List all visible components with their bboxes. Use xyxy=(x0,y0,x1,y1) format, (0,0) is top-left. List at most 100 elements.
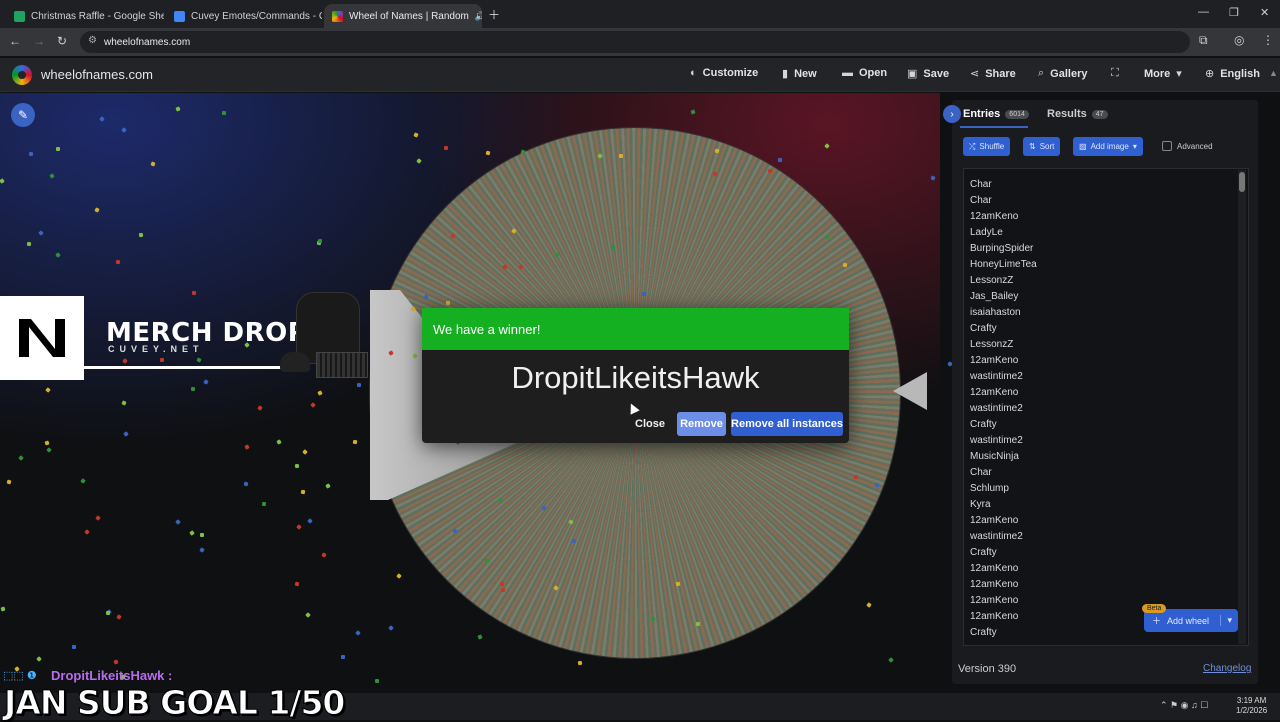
entry-line[interactable]: 12amKeno xyxy=(964,385,1248,401)
extensions-icon[interactable]: ⧉ xyxy=(1199,33,1208,48)
entries-scrollbar[interactable] xyxy=(1238,170,1246,644)
entry-line[interactable]: wastintime2 xyxy=(964,433,1248,449)
entry-line[interactable]: wastintime2 xyxy=(964,401,1248,417)
chevron-down-icon[interactable]: ▾ xyxy=(1220,615,1238,626)
nav-new[interactable]: ▮ New xyxy=(782,67,817,81)
edit-pencil-icon[interactable]: ✎ xyxy=(11,103,35,127)
tab-entries[interactable]: Entries 6014 xyxy=(963,108,1029,120)
sort-icon: ⇅ xyxy=(1029,142,1036,151)
wheel-pointer-icon xyxy=(893,372,927,410)
remove-all-instances-button[interactable]: Remove all instances xyxy=(731,412,843,436)
forward-icon[interactable]: → xyxy=(33,34,45,48)
entry-line[interactable]: Kyra xyxy=(964,497,1248,513)
entry-line[interactable]: Crafty xyxy=(964,545,1248,561)
entry-line[interactable]: LessonzZ xyxy=(964,337,1248,353)
entry-line[interactable]: 12amKeno xyxy=(964,593,1248,609)
entry-line[interactable]: MusicNinja xyxy=(964,449,1248,465)
nav-more[interactable]: More ▾ xyxy=(1144,67,1182,81)
clock-time: 3:19 AM xyxy=(1236,696,1267,705)
minimize-icon[interactable]: — xyxy=(1198,6,1209,18)
entry-line[interactable]: Schlump xyxy=(964,481,1248,497)
advanced-checkbox[interactable] xyxy=(1162,141,1172,151)
scrollbar-thumb[interactable] xyxy=(1239,172,1245,192)
entry-line[interactable]: Char xyxy=(964,193,1248,209)
entry-line[interactable]: Jas_Bailey xyxy=(964,289,1248,305)
nav-label: New xyxy=(794,67,817,80)
nav-fullscreen[interactable]: ⛶ xyxy=(1111,67,1119,80)
scrollbar-up-icon[interactable]: ▲ xyxy=(1269,68,1278,78)
tab-results[interactable]: Results 47 xyxy=(1047,108,1108,120)
close-window-icon[interactable]: ✕ xyxy=(1260,6,1269,19)
confetti-piece xyxy=(294,581,300,587)
entries-count-badge: 6014 xyxy=(1005,109,1029,119)
shuffle-button[interactable]: ⤮ Shuffle xyxy=(963,137,1011,156)
add-image-button[interactable]: ▨ Add image ▾ xyxy=(1073,137,1143,156)
entry-line[interactable]: Char xyxy=(964,177,1248,193)
confetti-piece xyxy=(190,386,195,391)
sort-button[interactable]: ⇅ Sort xyxy=(1023,137,1061,156)
confetti-piece xyxy=(261,501,267,507)
confetti-piece xyxy=(159,357,164,362)
entry-line[interactable]: isaiahaston xyxy=(964,305,1248,321)
nav-share[interactable]: ⋖ Share xyxy=(970,67,1016,81)
nav-gallery[interactable]: ⌕ Gallery xyxy=(1038,67,1087,80)
tab-title: Cuvey Emotes/Commands - Go xyxy=(191,10,322,22)
file-icon: ▮ xyxy=(782,68,789,80)
fullscreen-icon: ⛶ xyxy=(1111,67,1119,79)
restore-icon[interactable]: ❐ xyxy=(1229,6,1239,19)
confetti-piece xyxy=(221,110,226,116)
browser-tab-active[interactable]: Wheel of Names | Random 🔊 ✕ xyxy=(324,4,482,28)
back-icon[interactable]: ← xyxy=(9,34,21,48)
system-tray[interactable]: ⌃ ⚑ ◉ ♫ ☐ xyxy=(1160,700,1208,711)
entry-line[interactable]: HoneyLimeTea xyxy=(964,257,1248,273)
entry-line[interactable]: wastintime2 xyxy=(964,529,1248,545)
image-icon: ▨ xyxy=(1079,142,1087,151)
entry-line[interactable]: LessonzZ xyxy=(964,273,1248,289)
entry-line[interactable]: Crafty xyxy=(964,417,1248,433)
entry-line[interactable]: 12amKeno xyxy=(964,513,1248,529)
entry-line[interactable]: 12amKeno xyxy=(964,561,1248,577)
audio-icon[interactable]: 🔊 xyxy=(475,11,482,22)
entries-textarea[interactable]: Char Char 12amKeno LadyLe BurpingSpider Honey… xyxy=(963,168,1249,646)
entry-line[interactable]: wastintime2 xyxy=(964,369,1248,385)
wheel-logo-icon[interactable] xyxy=(12,65,32,85)
nav-language[interactable]: ⊕ English xyxy=(1205,67,1260,81)
nav-customize[interactable]: ◐ Customize xyxy=(690,67,758,79)
advanced-toggle[interactable]: Advanced xyxy=(1162,141,1213,151)
confetti-piece xyxy=(105,610,110,616)
nav-save[interactable]: ▣ Save xyxy=(907,67,949,81)
beta-badge: Beta xyxy=(1142,604,1167,613)
confetti-piece xyxy=(778,157,783,162)
entry-line[interactable]: LadyLe xyxy=(964,225,1248,241)
menu-dots-icon[interactable]: ⋮ xyxy=(1262,33,1274,47)
entry-line[interactable]: 12amKeno xyxy=(964,577,1248,593)
nav-label: Gallery xyxy=(1050,67,1088,80)
chat-badges-icon: ⬚⬚ ❶ xyxy=(3,670,37,682)
chevron-down-icon: ▾ xyxy=(1132,142,1137,151)
nav-label: Customize xyxy=(702,67,759,79)
taskbar-clock[interactable]: 3:19 AM 1/2/2026 xyxy=(1236,696,1267,716)
entry-line[interactable]: 12amKeno xyxy=(964,353,1248,369)
globe-icon: ⊕ xyxy=(1205,68,1215,80)
brand-name[interactable]: wheelofnames.com xyxy=(41,67,153,82)
reload-icon[interactable]: ↻ xyxy=(57,34,67,48)
site-info-icon[interactable]: ⚙ xyxy=(88,35,97,46)
profile-icon[interactable]: ◎ xyxy=(1234,33,1244,47)
confetti-piece xyxy=(340,654,345,659)
nav-open[interactable]: ▬ Open xyxy=(842,67,887,79)
remove-button[interactable]: Remove xyxy=(677,412,726,436)
entry-line[interactable]: Char xyxy=(964,465,1248,481)
cuvey-logo xyxy=(0,296,84,380)
button-label: Sort xyxy=(1039,142,1055,151)
new-tab-icon[interactable]: ＋ xyxy=(488,6,500,23)
entry-line[interactable]: Crafty xyxy=(964,321,1248,337)
collapse-panel-icon[interactable]: › xyxy=(943,105,961,123)
browser-tab[interactable]: Cuvey Emotes/Commands - Go ✕ xyxy=(166,4,322,28)
changelog-link[interactable]: Changelog xyxy=(1203,663,1251,674)
address-bar[interactable]: ⚙ wheelofnames.com xyxy=(80,31,1190,53)
entry-line[interactable]: BurpingSpider xyxy=(964,241,1248,257)
browser-tab[interactable]: Christmas Raffle - Google Shee ✕ xyxy=(6,4,164,28)
close-button[interactable]: Close xyxy=(629,412,671,436)
checkbox-label: Advanced xyxy=(1177,141,1213,151)
entry-line[interactable]: 12amKeno xyxy=(964,209,1248,225)
